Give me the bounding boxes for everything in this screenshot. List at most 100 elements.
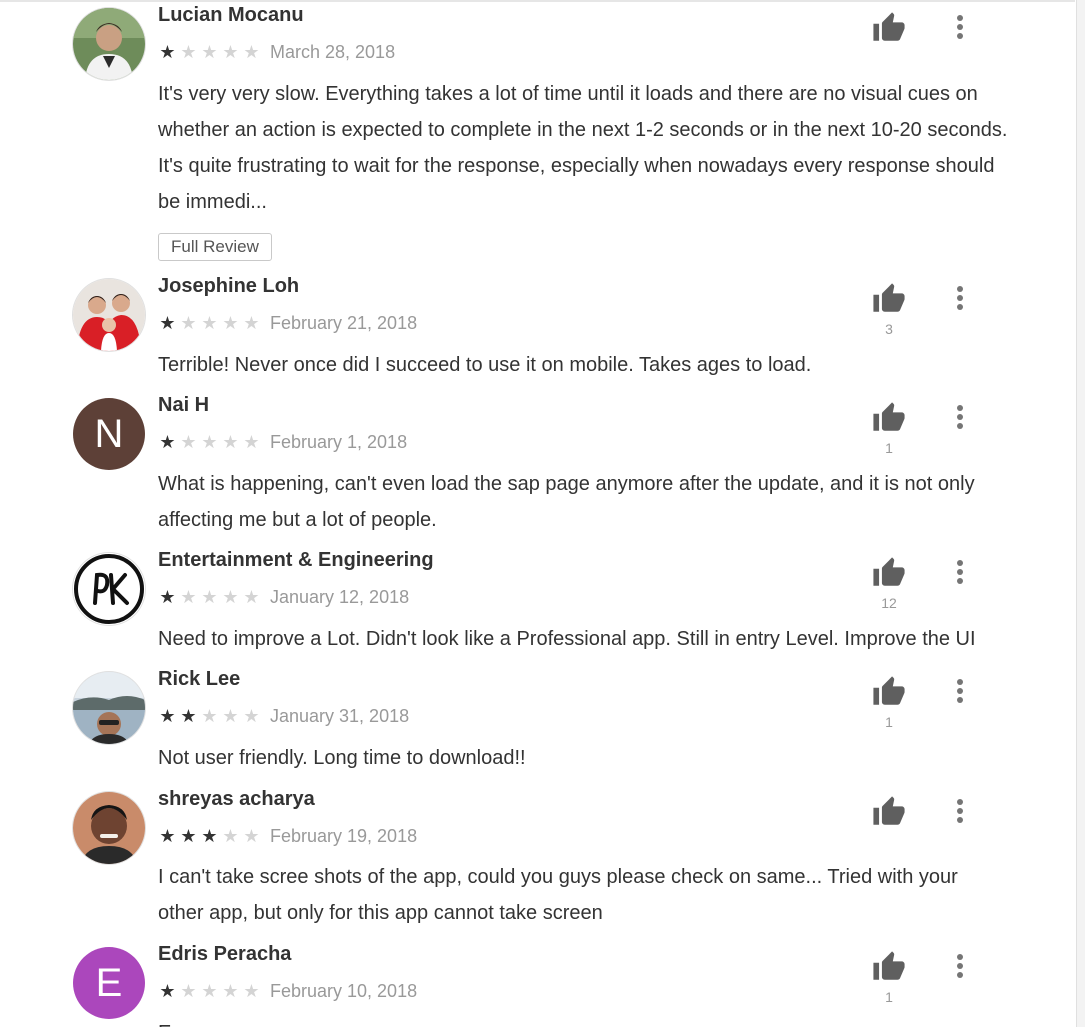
thumb-up-icon[interactable] [869, 675, 909, 709]
star-icon: ★ [243, 706, 260, 726]
star-icon: ★ [159, 826, 176, 846]
thumb-up-icon[interactable] [869, 795, 909, 829]
star-icon: ★ [243, 432, 260, 452]
reviewer-name: shreyas acharya [158, 788, 315, 810]
thumb-up-icon[interactable] [869, 401, 909, 435]
review-text: What is happening, can't even load the s… [158, 473, 975, 531]
more-vert-icon[interactable] [950, 402, 970, 432]
star-icon: ★ [159, 706, 176, 726]
review-date: March 28, 2018 [270, 41, 396, 62]
more-vert-icon[interactable] [950, 12, 970, 42]
star-rating: ★ ★ ★ ★ ★ [158, 43, 261, 61]
review-date: February 10, 2018 [270, 980, 418, 1001]
helpful-count: 1 [885, 714, 893, 730]
reviewer-avatar[interactable] [73, 553, 145, 625]
star-icon: ★ [222, 706, 239, 726]
reviewer-name: Edris Peracha [158, 943, 292, 965]
thumb-up-icon[interactable] [869, 950, 909, 984]
more-vert-icon[interactable] [950, 676, 970, 706]
star-icon: ★ [180, 432, 197, 452]
star-icon: ★ [201, 587, 218, 607]
review-card: Rick Lee ★ ★ ★ ★ ★ January 31, 2018 Not … [0, 660, 1075, 780]
helpful-count: 3 [885, 321, 893, 337]
scrollbar-track[interactable] [1076, 0, 1085, 1027]
star-rating: ★ ★ ★ ★ ★ [158, 588, 261, 606]
star-icon: ★ [201, 706, 218, 726]
star-icon: ★ [180, 587, 197, 607]
more-vert-icon[interactable] [950, 796, 970, 826]
helpful-count: 12 [881, 595, 897, 611]
review-meta: ★ ★ ★ ★ ★ February 19, 2018 [158, 825, 417, 847]
reviewer-avatar[interactable] [73, 279, 145, 351]
reviewer-avatar[interactable]: E [73, 947, 145, 1019]
thumb-up-icon[interactable] [869, 556, 909, 590]
star-rating: ★ ★ ★ ★ ★ [158, 433, 261, 451]
helpful-count: 1 [885, 440, 893, 456]
review-text: Not user friendly. Long time to download… [158, 747, 526, 769]
review-text: Exce.. [158, 1015, 1008, 1027]
review-meta: ★ ★ ★ ★ ★ January 12, 2018 [158, 586, 409, 608]
reviewer-name: Rick Lee [158, 668, 241, 690]
review-card: Josephine Loh ★ ★ ★ ★ ★ February 21, 201… [0, 265, 1075, 385]
star-icon: ★ [222, 826, 239, 846]
star-rating: ★ ★ ★ ★ ★ [158, 707, 261, 725]
star-icon: ★ [180, 826, 197, 846]
star-rating: ★ ★ ★ ★ ★ [158, 314, 261, 332]
star-icon: ★ [159, 981, 176, 1001]
helpful-count: 1 [885, 989, 893, 1005]
review-text: Terrible! Never once did I succeed to us… [158, 354, 812, 376]
reviewer-name: Nai H [158, 394, 210, 416]
review-date: February 1, 2018 [270, 431, 408, 452]
star-icon: ★ [243, 42, 260, 62]
star-rating: ★ ★ ★ ★ ★ [158, 982, 261, 1000]
review-meta: ★ ★ ★ ★ ★ January 31, 2018 [158, 705, 409, 727]
review-text: It's very very slow. Everything takes a … [158, 83, 1008, 213]
star-icon: ★ [222, 42, 239, 62]
reviewer-name: Josephine Loh [158, 275, 300, 297]
star-icon: ★ [159, 432, 176, 452]
reviewer-avatar[interactable] [73, 672, 145, 744]
review-card: Lucian Mocanu ★ ★ ★ ★ ★ March 28, 2018 I… [0, 0, 1075, 265]
thumb-up-icon[interactable] [869, 282, 909, 316]
star-icon: ★ [243, 826, 260, 846]
more-vert-icon[interactable] [950, 951, 970, 981]
avatar-letter: E [95, 960, 123, 1005]
reviewer-avatar[interactable]: N [73, 398, 145, 470]
star-icon: ★ [159, 313, 176, 333]
star-icon: ★ [222, 981, 239, 1001]
review-date: January 31, 2018 [270, 705, 410, 726]
review-card: Entertainment & Engineering ★ ★ ★ ★ ★ Ja… [0, 540, 1075, 660]
review-meta: ★ ★ ★ ★ ★ March 28, 2018 [158, 41, 395, 63]
review-card: N Nai H ★ ★ ★ ★ ★ February 1, 2018 What … [0, 385, 1075, 540]
full-review-button[interactable]: Full Review [158, 233, 272, 261]
star-icon: ★ [180, 981, 197, 1001]
review-text: I can't take scree shots of the app, cou… [158, 866, 958, 924]
reviewer-avatar[interactable] [73, 8, 145, 80]
reviewer-name: Lucian Mocanu [158, 4, 304, 26]
review-meta: ★ ★ ★ ★ ★ February 10, 2018 [158, 980, 417, 1002]
review-meta: ★ ★ ★ ★ ★ February 21, 2018 [158, 312, 417, 334]
star-icon: ★ [159, 42, 176, 62]
more-vert-icon[interactable] [950, 557, 970, 587]
star-icon: ★ [243, 313, 260, 333]
star-icon: ★ [201, 42, 218, 62]
avatar-letter: N [94, 411, 124, 456]
review-text: Need to improve a Lot. Didn't look like … [158, 628, 976, 650]
star-icon: ★ [222, 587, 239, 607]
review-date: January 12, 2018 [270, 586, 410, 607]
thumb-up-icon[interactable] [869, 11, 909, 45]
reviewer-avatar[interactable] [73, 792, 145, 864]
review-date: February 19, 2018 [270, 825, 418, 846]
star-icon: ★ [180, 42, 197, 62]
reviewer-name: Entertainment & Engineering [158, 549, 434, 571]
star-icon: ★ [201, 826, 218, 846]
review-meta: ★ ★ ★ ★ ★ February 1, 2018 [158, 431, 407, 453]
star-icon: ★ [222, 313, 239, 333]
star-icon: ★ [201, 981, 218, 1001]
star-rating: ★ ★ ★ ★ ★ [158, 827, 261, 845]
star-icon: ★ [201, 432, 218, 452]
review-date: February 21, 2018 [270, 312, 418, 333]
star-icon: ★ [180, 706, 197, 726]
star-icon: ★ [180, 313, 197, 333]
more-vert-icon[interactable] [950, 283, 970, 313]
